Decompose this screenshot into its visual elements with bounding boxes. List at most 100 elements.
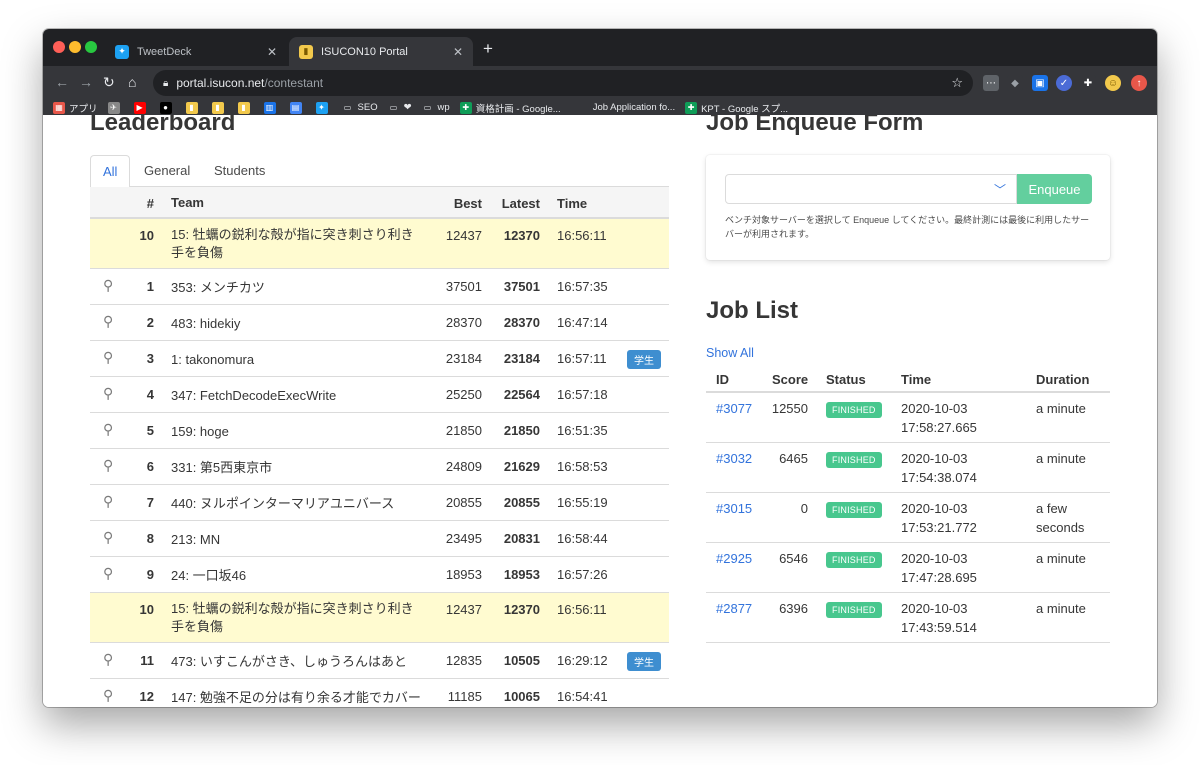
bookmark-folder-heart[interactable]: ▭ ❤ (388, 102, 412, 114)
time-cell: 16:58:44 (557, 531, 608, 546)
rank-cell: 1 (146, 279, 154, 294)
youtube-icon: ▶ (133, 101, 146, 114)
puzzle-icon[interactable]: ✚ (1080, 75, 1096, 91)
pin-icon[interactable]: ⚲ (103, 493, 117, 510)
time-cell: 16:47:14 (557, 315, 608, 330)
close-window-button[interactable] (53, 41, 65, 53)
rank-cell: 9 (146, 567, 154, 582)
extension-icon[interactable]: ✓ (1056, 75, 1072, 91)
bookmark-sheet-1[interactable]: ✚ 資格計画 - Google... (459, 101, 561, 115)
status-badge: FINISHED (826, 502, 882, 518)
col-latest: Latest (501, 196, 540, 211)
pin-icon[interactable]: ⚲ (103, 349, 117, 366)
tab-students[interactable]: Students (202, 155, 277, 187)
show-all-link[interactable]: Show All (706, 346, 754, 360)
best-cell: 25250 (445, 387, 482, 402)
avatar[interactable]: ☺ (1105, 75, 1121, 91)
job-duration: a minute (1036, 401, 1086, 416)
bookmark-job-application[interactable]: Job Application fo... (593, 102, 675, 113)
new-tab-icon[interactable]: + (483, 39, 493, 59)
table-row: ⚲ 4 347: FetchDecodeExecWrite 25250 22564 16:… (90, 377, 669, 413)
leaderboard-tabs: All General Students (90, 155, 669, 188)
maximize-window-button[interactable] (85, 41, 97, 53)
job-id-link[interactable]: #2925 (716, 551, 752, 566)
latest-cell: 12370 (503, 228, 540, 243)
time-cell: 16:51:35 (557, 423, 608, 438)
update-icon[interactable]: ↑ (1131, 75, 1147, 91)
server-select[interactable]: ﹀ (725, 174, 1017, 204)
pin-icon[interactable]: ⚲ (103, 687, 117, 704)
extension-icon[interactable]: ⋯ (983, 75, 999, 91)
pin-icon[interactable]: ⚲ (103, 277, 117, 294)
home-icon[interactable]: ⌂ (128, 74, 136, 90)
bookmark-icon-only[interactable]: ▶ (133, 101, 150, 114)
tab-isucon-portal[interactable]: ▮ ISUCON10 Portal ✕ (289, 37, 473, 66)
bookmark-icon-only[interactable]: ✈ (107, 101, 124, 114)
bookmark-icon-only[interactable]: ● (159, 101, 176, 114)
bookmark-icon-only[interactable]: ▮ (211, 101, 228, 114)
team-cell: 147: 勉強不足の分は有り余る才能でカバーし (171, 690, 421, 705)
pin-icon[interactable]: ⚲ (103, 565, 117, 582)
time-cell: 16:55:19 (557, 495, 608, 510)
best-cell: 12437 (445, 602, 482, 617)
job-id-link[interactable]: #3015 (716, 501, 752, 516)
extension-icon[interactable]: ▣ (1032, 75, 1048, 91)
tab-general[interactable]: General (132, 155, 202, 187)
pin-icon[interactable]: ⚲ (103, 421, 117, 438)
job-duration: a minute (1036, 451, 1086, 466)
job-date: 2020-10-03 (901, 401, 968, 416)
student-badge: 学生 (627, 350, 661, 369)
extension-icon[interactable]: ◆ (1007, 75, 1023, 91)
pinned-team-row: 10 15: 牡蠣の鋭利な殻が指に突き刺さり利き手を負傷 12437 12370 16:… (90, 593, 669, 643)
table-row: #2877 6396 FINISHED 2020-10-03 17:43:59.514 a… (706, 593, 1110, 643)
bookmark-apps[interactable]: ▦ アプリ (53, 101, 98, 115)
reload-icon[interactable]: ↻ (103, 74, 115, 91)
time-cell: 16:57:11 (557, 351, 607, 366)
minimize-window-button[interactable] (69, 41, 81, 53)
job-clock: 17:58:27.665 (901, 420, 977, 435)
bookmark-sheet-2[interactable]: ✚ KPT - Google スプ... (685, 101, 788, 115)
close-icon[interactable]: ✕ (453, 45, 463, 59)
bookmark-icon-only[interactable]: ▮ (237, 101, 254, 114)
job-clock: 17:54:38.074 (901, 470, 977, 485)
bookmark-icon-only[interactable]: ▥ (263, 101, 280, 114)
team-cell: 15: 牡蠣の鋭利な殻が指に突き刺さり利き手を負傷 (171, 227, 414, 260)
page-content: Leaderboard All General Students # Team … (43, 115, 1157, 707)
best-cell: 12835 (445, 653, 482, 668)
best-cell: 21850 (445, 423, 482, 438)
latest-cell: 37501 (503, 279, 540, 294)
best-cell: 23184 (445, 351, 482, 366)
best-cell: 18953 (445, 567, 482, 582)
tab-tweetdeck[interactable]: ✦ TweetDeck ✕ (105, 37, 287, 66)
sheets-icon: ✚ (685, 101, 698, 114)
job-id-link[interactable]: #3032 (716, 451, 752, 466)
job-date: 2020-10-03 (901, 551, 968, 566)
pin-icon[interactable]: ⚲ (103, 651, 117, 668)
status-badge: FINISHED (826, 402, 882, 418)
tab-all[interactable]: All (90, 155, 131, 188)
enqueue-form-title: Job Enqueue Form (706, 115, 924, 136)
star-icon[interactable]: ☆ (951, 75, 963, 91)
job-id-link[interactable]: #2877 (716, 601, 752, 616)
close-icon[interactable]: ✕ (267, 45, 277, 59)
team-cell: 24: 一口坂46 (171, 568, 247, 583)
bookmark-folder-wp[interactable]: ▭ wp (422, 102, 450, 114)
bookmark-folder-seo[interactable]: ▭ SEO (342, 102, 378, 114)
enqueue-button[interactable]: Enqueue (1017, 174, 1092, 204)
job-id-link[interactable]: #3077 (716, 401, 752, 416)
job-date: 2020-10-03 (901, 451, 968, 466)
bookmark-icon-only[interactable]: ▤ (289, 101, 306, 114)
bookmark-icon-only[interactable]: ▮ (185, 101, 202, 114)
tab-title: TweetDeck (137, 45, 192, 58)
back-icon[interactable]: ← (55, 74, 69, 90)
job-score: 6546 (779, 551, 808, 566)
forward-icon[interactable]: → (79, 74, 93, 90)
pin-icon[interactable]: ⚲ (103, 457, 117, 474)
github-icon: ● (159, 101, 172, 114)
pin-icon[interactable]: ⚲ (103, 529, 117, 546)
bookmark-icon-only[interactable]: ✦ (315, 101, 332, 114)
table-row: ⚲ 7 440: ヌルポインターマリアユニバース 20855 20855 16:55:19 (90, 485, 669, 521)
pin-icon[interactable]: ⚲ (103, 313, 117, 330)
address-bar[interactable]: 🔒︎ portal.isucon.net/contestant ☆ (153, 70, 973, 96)
pin-icon[interactable]: ⚲ (103, 385, 117, 402)
